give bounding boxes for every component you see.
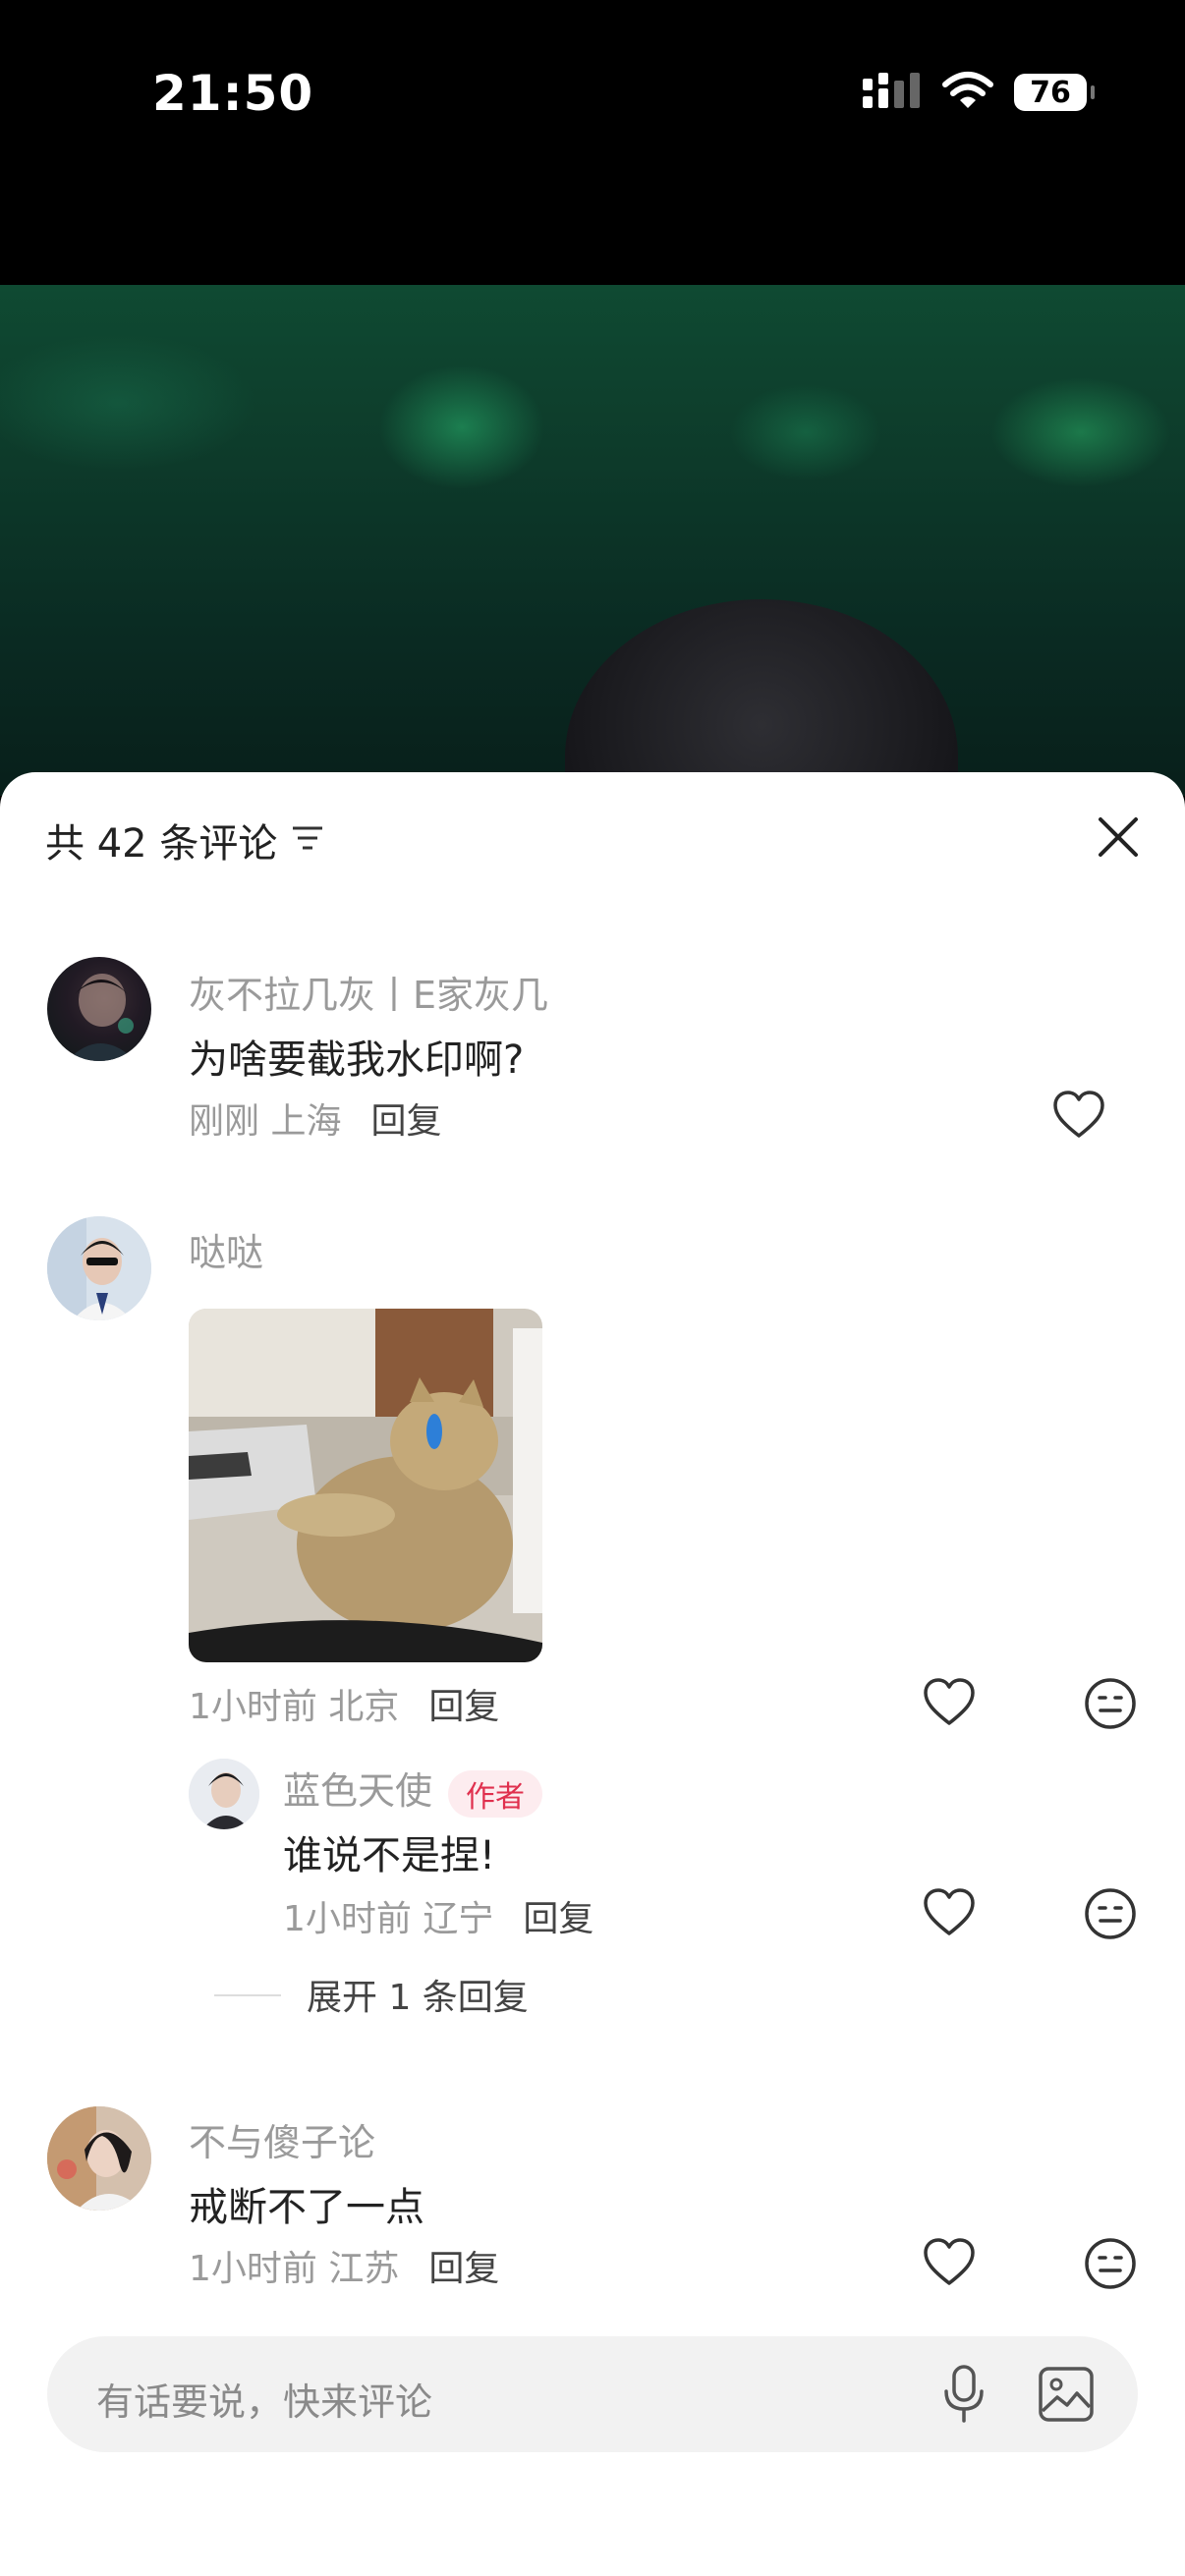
avatar[interactable] [47,1216,151,1320]
heart-icon[interactable] [1051,1089,1106,1144]
comment-image[interactable] [189,1309,542,1662]
comment-time-location: 刚刚 上海 [189,1101,342,1142]
status-time: 21:50 [152,65,314,122]
comment-time-location: 1小时前 北京 [189,1687,400,1727]
status-icons: 76 [861,71,1095,114]
author-badge: 作者 [448,1769,543,1818]
heart-icon[interactable] [922,1676,977,1731]
reply-username: 蓝色天使 作者 [283,1761,543,1818]
close-icon [1097,815,1140,863]
close-button[interactable] [1087,808,1150,870]
avatar[interactable] [189,1759,259,1829]
comment-meta: 1小时前 江苏 回复 [189,2240,499,2291]
heart-icon[interactable] [922,2236,977,2291]
mic-icon[interactable] [939,2364,988,2429]
emoji-icon[interactable] [1083,2236,1138,2291]
image-icon[interactable] [1038,2366,1095,2427]
reply-button[interactable]: 回复 [428,1687,499,1727]
reply-user-name[interactable]: 蓝色天使 [283,1769,432,1813]
comment-text: 戒断不了一点 [189,2185,424,2230]
comment-meta: 1小时前 北京 回复 [189,1678,499,1729]
comment-text: 为啥要截我水印啊? [189,1037,525,1083]
person-head-image [565,599,958,796]
avatar[interactable] [47,2106,151,2211]
expand-replies-button[interactable]: 展开 1 条回复 [307,1969,529,2020]
comment-sheet: 共 42 条评论 灰不拉几灰丨E家灰几 为啥要截我水印啊? 刚刚 上海 回复 哒… [0,772,1185,2576]
comment-input[interactable]: 有话要说，快来评论 [47,2336,1138,2452]
reply-button[interactable]: 回复 [523,1899,593,1939]
video-background[interactable] [0,285,1185,796]
wifi-icon [941,71,994,114]
reply-time-location: 1小时前 辽宁 [283,1899,494,1939]
comment-username[interactable]: 灰不拉几灰丨E家灰几 [189,965,548,1019]
sort-icon[interactable] [291,817,324,863]
reply-meta: 1小时前 辽宁 回复 [283,1890,593,1941]
comment-time-location: 1小时前 江苏 [189,2249,400,2289]
emoji-icon[interactable] [1083,1676,1138,1731]
expand-divider [214,1994,281,1996]
comment-input-placeholder: 有话要说，快来评论 [96,2380,433,2424]
battery-level: 76 [1030,75,1071,110]
comment-meta: 刚刚 上海 回复 [189,1092,441,1144]
comment-count-title: 共 42 条评论 [45,821,278,867]
emoji-icon[interactable] [1083,1886,1138,1941]
comment-username[interactable]: 不与傻子论 [189,2112,375,2166]
sheet-header: 共 42 条评论 [45,812,324,868]
signal-icon [861,71,922,114]
heart-icon[interactable] [922,1886,977,1941]
battery-icon: 76 [1014,74,1095,111]
reply-text: 谁说不是捏! [283,1833,496,1878]
avatar[interactable] [47,957,151,1061]
status-bar: 21:50 76 [0,0,1185,285]
comment-username[interactable]: 哒哒 [189,1222,263,1276]
reply-button[interactable]: 回复 [370,1101,441,1142]
reply-button[interactable]: 回复 [428,2249,499,2289]
